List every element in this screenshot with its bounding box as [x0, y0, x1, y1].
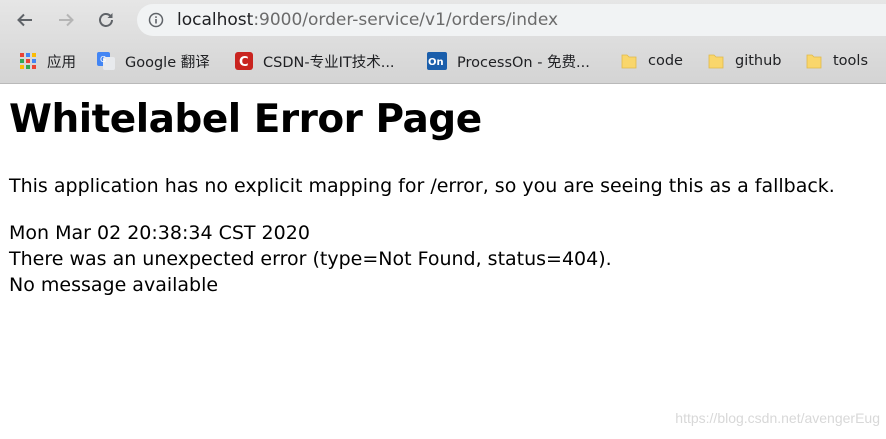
navigation-bar: localhost:9000/order-service/v1/orders/i…	[0, 0, 886, 40]
watermark: https://blog.csdn.net/avengerEug	[675, 410, 880, 426]
page-title: Whitelabel Error Page	[9, 97, 482, 142]
error-message: No message available	[9, 274, 219, 296]
processon-logo-icon: On	[427, 52, 447, 70]
forward-arrow-icon	[59, 13, 74, 27]
bookmark-processon[interactable]: On ProcessOn - 免费...	[427, 50, 590, 72]
svg-text:C: C	[239, 55, 249, 70]
back-button[interactable]	[11, 6, 39, 34]
bookmark-label: Google 翻译	[125, 54, 210, 71]
url-host: localhost	[177, 10, 254, 30]
folder-icon	[621, 54, 637, 69]
csdn-logo-icon: C	[235, 52, 253, 70]
bookmark-label: CSDN-专业IT技术...	[263, 54, 395, 71]
url-path: :9000/order-service/v1/orders/index	[253, 10, 559, 30]
reload-icon	[99, 13, 113, 27]
url-text[interactable]: localhost:9000/order-service/v1/orders/i…	[177, 10, 558, 30]
folder-icon	[806, 54, 822, 69]
address-bar[interactable]: localhost:9000/order-service/v1/orders/i…	[137, 4, 886, 36]
bookmark-csdn[interactable]: C CSDN-专业IT技术...	[235, 50, 395, 72]
error-timestamp: Mon Mar 02 20:38:34 CST 2020	[9, 222, 310, 244]
bookmark-github[interactable]: github	[707, 50, 782, 72]
bookmark-label: 应用	[47, 54, 76, 71]
back-arrow-icon	[17, 13, 32, 27]
apps-grid-icon	[20, 53, 36, 69]
svg-text:G: G	[100, 55, 106, 64]
bookmarks-bar: 应用 G Google 翻译 C CSDN-专业IT技术... On Proce…	[0, 44, 886, 78]
browser-chrome: localhost:9000/order-service/v1/orders/i…	[0, 0, 886, 84]
folder-icon	[708, 54, 724, 69]
reload-button[interactable]	[92, 6, 120, 34]
bookmark-tools[interactable]: tools	[805, 50, 868, 72]
bookmark-code[interactable]: code	[620, 50, 683, 72]
bookmark-apps[interactable]: 应用	[19, 50, 76, 72]
bookmark-label: code	[648, 53, 683, 69]
bookmark-google-translate[interactable]: G Google 翻译	[97, 50, 210, 72]
bookmark-label: tools	[833, 53, 869, 69]
forward-button[interactable]	[52, 6, 80, 34]
site-info-icon[interactable]	[148, 12, 164, 28]
bookmark-label: ProcessOn - 免费...	[457, 54, 590, 71]
svg-text:On: On	[428, 57, 444, 68]
error-explanation: This application has no explicit mapping…	[9, 175, 835, 197]
bookmark-label: github	[735, 53, 782, 69]
error-details: There was an unexpected error (type=Not …	[9, 248, 612, 270]
google-translate-icon: G	[97, 52, 115, 70]
